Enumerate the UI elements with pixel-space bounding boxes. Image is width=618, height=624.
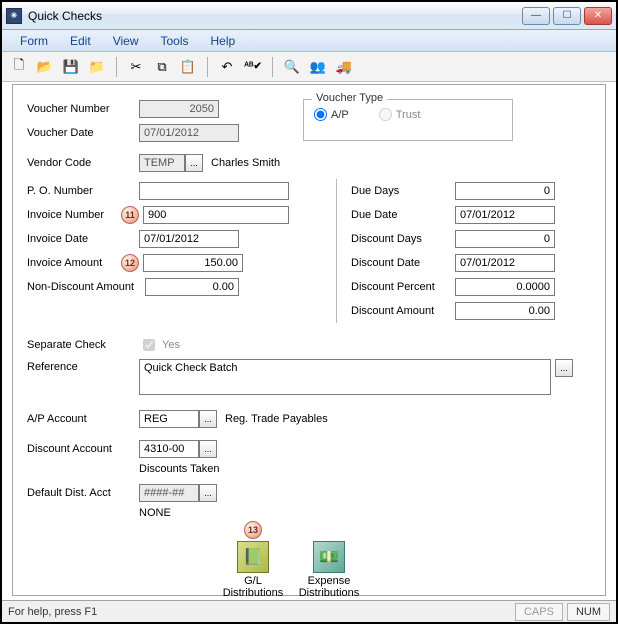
ap-account-code-field[interactable]	[139, 410, 199, 428]
ledger-icon: 📗	[237, 541, 269, 573]
marker-11: 11	[121, 206, 139, 224]
default-dist-label: Default Dist. Acct	[27, 487, 139, 499]
discount-account-label: Discount Account	[27, 443, 139, 455]
due-date-label: Due Date	[351, 209, 455, 221]
separate-check-label: Separate Check	[27, 339, 139, 351]
due-days-label: Due Days	[351, 185, 455, 197]
reference-label: Reference	[27, 359, 139, 395]
voucher-date-field	[139, 124, 239, 142]
save-icon[interactable]: 💾	[60, 56, 82, 78]
voucher-type-trust: Trust	[379, 108, 421, 121]
menu-edit[interactable]: Edit	[60, 31, 101, 51]
window-title: Quick Checks	[28, 9, 102, 23]
menu-help[interactable]: Help	[201, 31, 246, 51]
gl-distributions-label: G/L Distributions	[223, 575, 284, 599]
maximize-button[interactable]: ☐	[553, 7, 581, 25]
discount-percent-field[interactable]	[455, 278, 555, 296]
status-caps: CAPS	[515, 603, 563, 621]
po-number-label: P. O. Number	[27, 185, 139, 197]
voucher-number-label: Voucher Number	[27, 103, 139, 115]
discount-amount-label: Discount Amount	[351, 305, 455, 317]
due-date-field[interactable]	[455, 206, 555, 224]
paste-icon[interactable]: 📋	[177, 56, 199, 78]
discount-percent-label: Discount Percent	[351, 281, 455, 293]
discount-date-label: Discount Date	[351, 257, 455, 269]
voucher-type-trust-radio	[379, 108, 392, 121]
invoice-amount-field[interactable]	[143, 254, 243, 272]
undo-icon[interactable]: ↶	[216, 56, 238, 78]
gl-distributions-button[interactable]: 📗 G/L Distributions	[217, 541, 289, 599]
ap-account-lookup-button[interactable]: ...	[199, 410, 217, 428]
marker-12: 12	[121, 254, 139, 272]
titlebar: ✳ Quick Checks — ☐ ✕	[2, 2, 616, 30]
voucher-number-field	[139, 100, 219, 118]
marker-13: 13	[244, 521, 262, 539]
new-icon[interactable]: 🗋	[8, 56, 30, 78]
app-icon: ✳	[6, 8, 22, 24]
truck-icon[interactable]: 🚚	[333, 56, 355, 78]
invoice-amount-label: Invoice Amount	[27, 257, 121, 269]
status-num: NUM	[567, 603, 610, 621]
voucher-type-ap[interactable]: A/P	[314, 108, 349, 121]
invoice-number-label: Invoice Number	[27, 209, 121, 221]
reference-lookup-button[interactable]: ...	[555, 359, 573, 377]
binoculars-icon[interactable]: 🔍	[281, 56, 303, 78]
menu-view[interactable]: View	[103, 31, 149, 51]
ap-account-label: A/P Account	[27, 413, 139, 425]
discount-days-field[interactable]	[455, 230, 555, 248]
separate-check-yes: Yes	[162, 339, 180, 351]
menu-form[interactable]: Form	[10, 31, 58, 51]
discount-account-desc: Discounts Taken	[139, 463, 591, 475]
status-help-text: For help, press F1	[8, 606, 97, 618]
default-dist-desc: NONE	[139, 507, 591, 519]
vendor-code-label: Vendor Code	[27, 157, 139, 169]
vendor-name: Charles Smith	[211, 157, 280, 169]
due-days-field[interactable]	[455, 182, 555, 200]
folder-up-icon[interactable]: 📁	[86, 56, 108, 78]
menu-tools[interactable]: Tools	[150, 31, 198, 51]
voucher-type-ap-radio[interactable]	[314, 108, 327, 121]
vendor-code-field	[139, 154, 185, 172]
content-area: Voucher Number Voucher Date Voucher Type…	[12, 84, 606, 596]
reference-field[interactable]: Quick Check Batch	[139, 359, 551, 395]
invoice-date-field[interactable]	[139, 230, 239, 248]
copy-icon[interactable]: ⧉	[151, 56, 173, 78]
discount-date-field[interactable]	[455, 254, 555, 272]
default-dist-lookup-button[interactable]: ...	[199, 484, 217, 502]
spellcheck-icon[interactable]: ᴬᴮ✔	[242, 56, 264, 78]
discount-account-lookup-button[interactable]: ...	[199, 440, 217, 458]
open-icon[interactable]: 📂	[34, 56, 56, 78]
discount-amount-field[interactable]	[455, 302, 555, 320]
close-button[interactable]: ✕	[584, 7, 612, 25]
expense-icon: 💵	[313, 541, 345, 573]
nondiscount-amount-label: Non-Discount Amount	[27, 281, 145, 293]
people-icon[interactable]: 👥	[307, 56, 329, 78]
nondiscount-amount-field[interactable]	[145, 278, 239, 296]
voucher-date-label: Voucher Date	[27, 127, 139, 139]
invoice-date-label: Invoice Date	[27, 233, 139, 245]
toolbar: 🗋 📂 💾 📁 ✂ ⧉ 📋 ↶ ᴬᴮ✔ 🔍 👥 🚚	[2, 52, 616, 82]
discount-account-code-field[interactable]	[139, 440, 199, 458]
expense-distributions-button[interactable]: 💵 Expense Distributions	[293, 541, 365, 599]
default-dist-code-field	[139, 484, 199, 502]
ap-account-desc: Reg. Trade Payables	[225, 413, 328, 425]
po-number-field[interactable]	[139, 182, 289, 200]
menubar: Form Edit View Tools Help	[2, 30, 616, 52]
discount-days-label: Discount Days	[351, 233, 455, 245]
invoice-number-field[interactable]	[143, 206, 289, 224]
separate-check-checkbox	[143, 339, 155, 351]
voucher-type-label: Voucher Type	[312, 92, 387, 104]
expense-distributions-label: Expense Distributions	[299, 575, 360, 599]
minimize-button[interactable]: —	[522, 7, 550, 25]
cut-icon[interactable]: ✂	[125, 56, 147, 78]
statusbar: For help, press F1 CAPS NUM	[2, 600, 616, 622]
vendor-lookup-button[interactable]: ...	[185, 154, 203, 172]
